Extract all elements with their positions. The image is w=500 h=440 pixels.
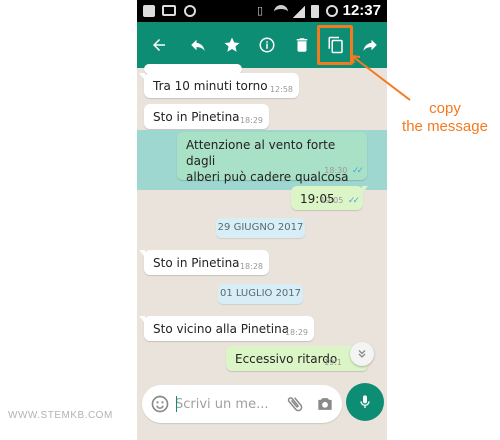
- status-time: 12:37: [342, 2, 381, 19]
- double-check-icon: ✓✓: [347, 196, 360, 206]
- delete-button[interactable]: [287, 22, 317, 68]
- back-button[interactable]: [144, 22, 174, 68]
- date-separator: 01 LUGLIO 2017: [218, 284, 303, 304]
- message-bubble-outgoing[interactable]: 19:05 19:05 ✓✓: [291, 186, 368, 210]
- message-status: 19:05 ✓✓: [320, 196, 360, 206]
- message-text-line1: Attenzione al vento forte dagli: [186, 138, 336, 168]
- message-input-bar: [137, 380, 387, 430]
- message-time: 18:28: [239, 262, 263, 271]
- date-separator: 29 GIUGNO 2017: [216, 218, 305, 238]
- site-watermark: WWW.STEMKB.COM: [8, 410, 113, 421]
- message-text: Eccessivo ritardo: [235, 352, 338, 366]
- message-bubble-selected[interactable]: Attenzione al vento forte dagli alberi p…: [177, 132, 367, 184]
- forward-button[interactable]: [355, 22, 385, 68]
- message-text: Tra 10 minuti torno: [153, 79, 268, 93]
- reply-button[interactable]: [183, 22, 213, 68]
- info-button[interactable]: [252, 22, 282, 68]
- message-bubble-incoming[interactable]: Sto in Pinetina 18:28: [139, 250, 269, 275]
- message-bubble-outgoing[interactable]: Eccessivo ritardo 19:1: [226, 346, 373, 371]
- message-time: 19:05: [320, 196, 344, 205]
- star-icon: [224, 37, 240, 52]
- annotation-line1: copy: [429, 100, 461, 117]
- message-input-container: [142, 385, 342, 423]
- message-text: Sto vicino alla Pinetina: [153, 322, 290, 336]
- emoji-icon[interactable]: [150, 394, 170, 414]
- image-icon: [162, 5, 176, 16]
- message-bubble-incoming[interactable]: Tra 10 minuti torno 12:58: [139, 73, 299, 98]
- facebook-icon: [143, 5, 155, 17]
- wifi-icon: [274, 5, 288, 14]
- message-time: 18:30: [324, 166, 348, 175]
- vibrate-icon: ▯: [256, 4, 264, 17]
- signal-icon: [293, 6, 305, 18]
- message-text: Sto in Pinetina: [153, 256, 240, 270]
- copy-button-highlight: [317, 25, 353, 65]
- alarm-icon: [326, 5, 338, 17]
- message-time: 12:58: [269, 85, 293, 94]
- message-status: 18:30 ✓✓: [324, 166, 364, 176]
- double-chevron-down-icon: [358, 350, 366, 358]
- delete-icon: [296, 38, 308, 52]
- message-text: Attenzione al vento forte dagli alberi p…: [186, 137, 366, 185]
- phone-screen: ▯ 12:37 Tra 10 minuti torno 12:58 Sto in…: [137, 0, 387, 440]
- text-cursor: [176, 396, 177, 412]
- message-input[interactable]: [175, 394, 275, 414]
- annotation-label: copy the message: [395, 100, 495, 136]
- double-check-icon: ✓✓: [351, 166, 364, 176]
- scroll-to-bottom-button[interactable]: [350, 342, 374, 366]
- reply-icon: [191, 39, 205, 51]
- camera-icon[interactable]: [315, 394, 335, 414]
- microphone-button[interactable]: [346, 383, 384, 421]
- message-time: 18:29: [239, 116, 263, 125]
- star-button[interactable]: [217, 22, 247, 68]
- message-time: 19:1: [324, 358, 342, 367]
- message-bubble-incoming[interactable]: Sto vicino alla Pinetina 18:29: [139, 316, 314, 341]
- battery-icon: [311, 5, 319, 18]
- paperclip-icon[interactable]: [285, 394, 305, 414]
- microphone-icon: [360, 395, 370, 408]
- message-text: Sto in Pinetina: [153, 110, 240, 124]
- annotation-line2: the message: [402, 118, 488, 135]
- status-bar: ▯ 12:37: [137, 0, 387, 22]
- message-time: 18:29: [284, 328, 308, 337]
- back-arrow-icon: [153, 39, 165, 51]
- forward-icon: [363, 39, 377, 51]
- recycle-icon: [184, 5, 196, 17]
- info-icon: [259, 37, 275, 53]
- message-bubble-incoming[interactable]: Sto in Pinetina 18:29: [144, 104, 269, 129]
- chat-area[interactable]: Tra 10 minuti torno 12:58 Sto in Pinetin…: [137, 64, 387, 380]
